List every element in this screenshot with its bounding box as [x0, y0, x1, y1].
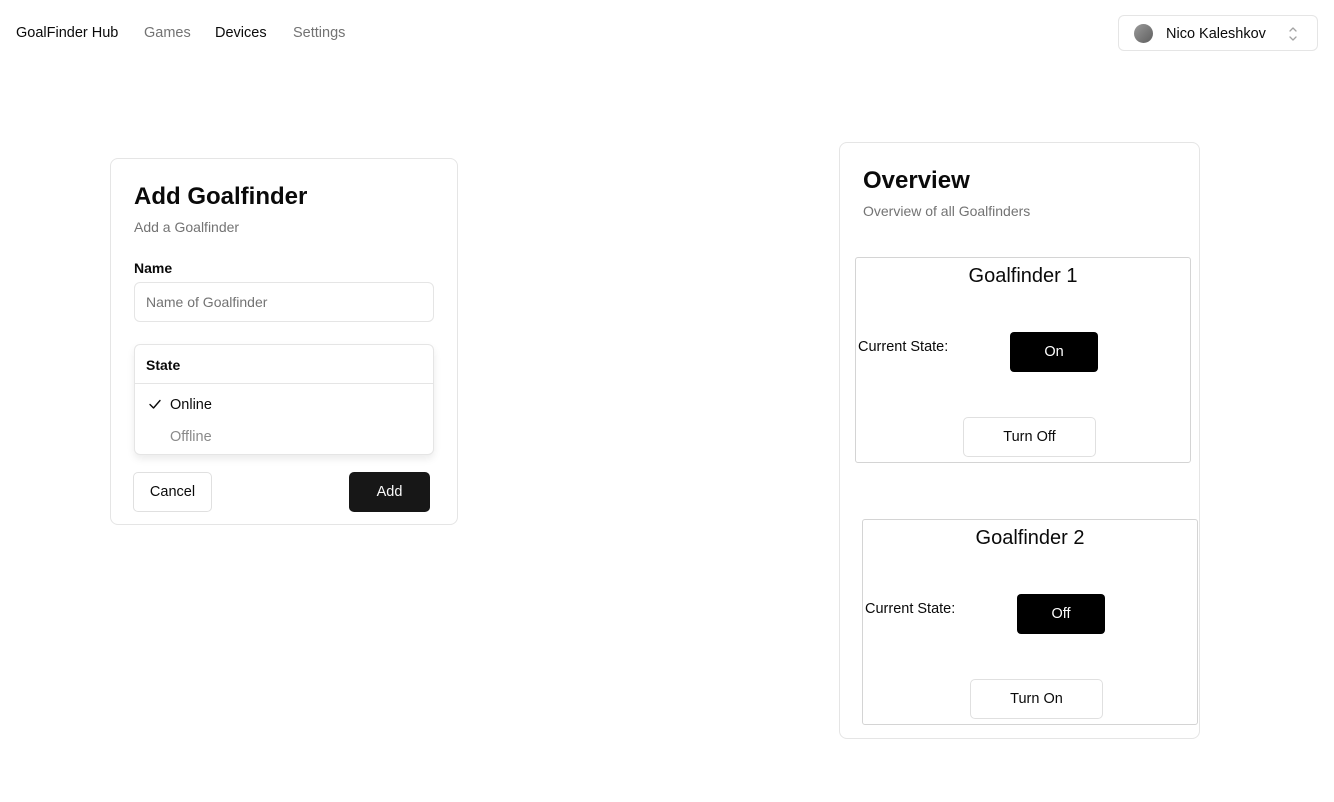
current-state-label: Current State:	[858, 339, 949, 355]
state-option-label: Online	[170, 397, 212, 413]
turn-off-button[interactable]: Turn Off	[963, 417, 1096, 457]
current-state-label: Current State:	[865, 601, 956, 617]
nav-brand[interactable]: GoalFinder Hub	[16, 24, 118, 42]
nav-link-devices[interactable]: Devices	[215, 24, 267, 42]
cancel-button[interactable]: Cancel	[133, 472, 212, 512]
nav-link-settings[interactable]: Settings	[293, 24, 345, 42]
goalfinder-card: Goalfinder 2 Current State: Off Turn On	[862, 519, 1198, 725]
check-icon	[149, 399, 161, 409]
state-option-offline[interactable]: Offline	[135, 421, 433, 451]
add-card-title: Add Goalfinder	[134, 183, 308, 210]
state-option-label: Offline	[170, 429, 212, 445]
state-indicator: On	[1010, 332, 1098, 372]
overview-card: Overview Overview of all Goalfinders Goa…	[839, 142, 1200, 739]
dropdown-divider	[135, 383, 433, 384]
state-dropdown[interactable]: State Online Offline	[134, 344, 434, 455]
turn-on-button[interactable]: Turn On	[970, 679, 1103, 719]
add-card-subtitle: Add a Goalfinder	[134, 219, 240, 235]
name-input[interactable]	[134, 282, 434, 322]
user-name: Nico Kaleshkov	[1166, 26, 1266, 42]
add-goalfinder-card: Add Goalfinder Add a Goalfinder Name Sta…	[110, 158, 458, 525]
goalfinder-card: Goalfinder 1 Current State: On Turn Off	[855, 257, 1191, 463]
overview-title: Overview	[863, 167, 970, 194]
goalfinder-name: Goalfinder 2	[975, 527, 1085, 549]
chevron-up-down-icon	[1289, 27, 1297, 41]
nav-link-games[interactable]: Games	[144, 24, 191, 42]
avatar	[1134, 24, 1153, 43]
state-option-online[interactable]: Online	[135, 389, 433, 419]
goalfinder-name: Goalfinder 1	[968, 265, 1078, 287]
state-dropdown-header: State	[146, 357, 181, 373]
name-label: Name	[134, 260, 173, 276]
top-nav: GoalFinder Hub Games Devices Settings Ni…	[0, 0, 1334, 66]
overview-subtitle: Overview of all Goalfinders	[863, 203, 1031, 219]
user-switcher[interactable]: Nico Kaleshkov	[1118, 15, 1318, 51]
state-indicator: Off	[1017, 594, 1105, 634]
add-button[interactable]: Add	[349, 472, 430, 512]
